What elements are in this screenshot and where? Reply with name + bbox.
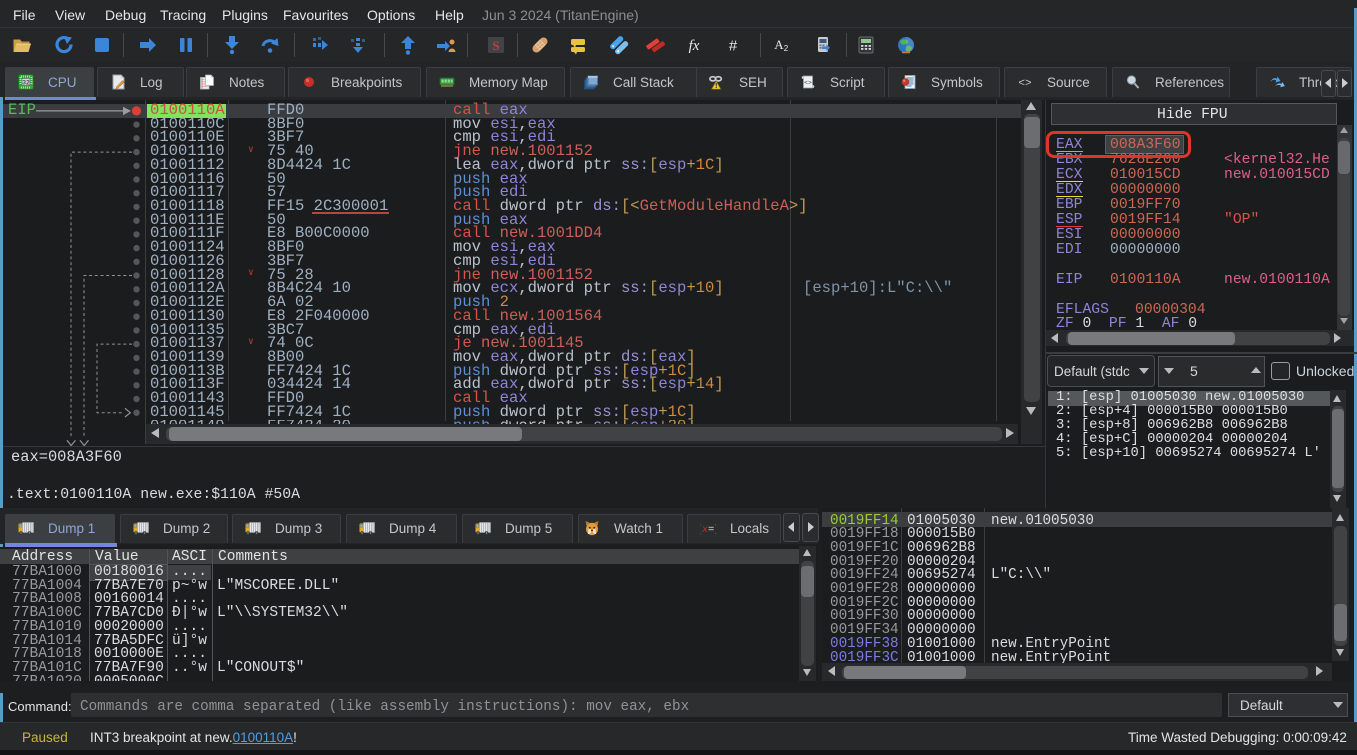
svg-text:<>: <> [1018,78,1031,90]
svg-text:[x=]: [x=] [700,524,716,536]
svg-text:!: ! [715,81,718,90]
svg-text:fx: fx [689,38,700,54]
svg-text:2: 2 [784,44,789,53]
svg-text:#: # [729,38,738,55]
svg-text:<>: <> [804,80,812,87]
svg-text:32: 32 [22,80,30,87]
svg-text:S: S [492,38,499,53]
